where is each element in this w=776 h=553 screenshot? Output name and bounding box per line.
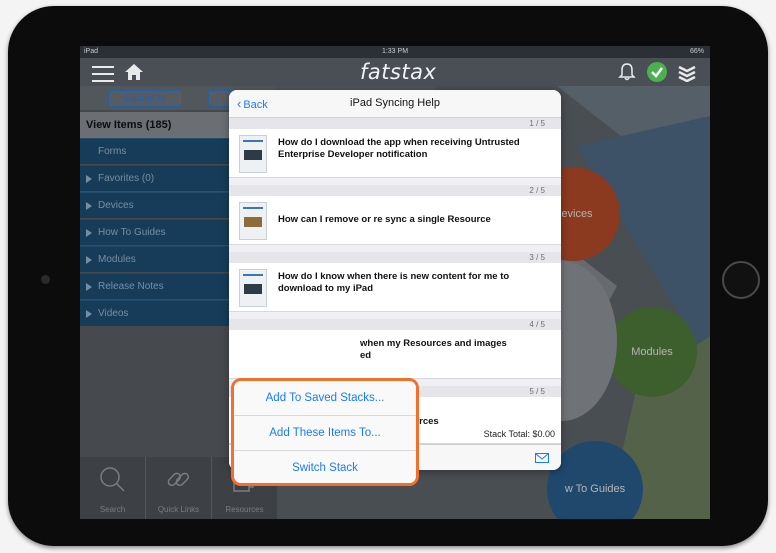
resource-thumbnail [239,135,267,173]
clock: 1:33 PM [381,48,409,55]
mail-icon[interactable] [535,453,549,463]
resource-thumbnail [239,269,267,307]
add-to-saved-stacks-button[interactable]: Add To Saved Stacks... [234,381,416,416]
list-item-title: when my Resources and images ed [360,338,507,361]
stack-actions-menu: Add To Saved Stacks... Add These Items T… [231,378,419,486]
list-item[interactable]: How do I know when there is new content … [229,263,561,312]
popover-header: ‹ Back iPad Syncing Help [229,90,561,118]
switch-stack-button[interactable]: Switch Stack [234,451,416,483]
stacks-icon[interactable] [676,62,698,82]
app-screen: iPad 1:33 PM 66% fatstax Expand All Fi [80,46,710,519]
list-item-title: How do I download the app when receiving… [278,137,520,160]
home-icon[interactable] [124,63,144,81]
stack-total: Stack Total: $0.00 [483,429,555,439]
list-item[interactable]: How can I remove or re sync a single Res… [229,196,561,245]
list-item[interactable]: when my Resources and images ed [229,330,561,379]
popover-title: iPad Syncing Help [350,97,440,109]
home-button[interactable] [722,261,760,299]
ipad-frame: iPad 1:33 PM 66% fatstax Expand All Fi [8,6,768,546]
resource-thumbnail [239,202,267,240]
add-these-items-to-button[interactable]: Add These Items To... [234,416,416,451]
battery-level: 66% [689,48,704,55]
app-logo: fatstax [360,60,437,84]
sync-check-icon[interactable] [647,62,667,82]
pager-label: 3 / 5 [229,252,561,263]
front-camera [41,275,50,284]
pager-label: 2 / 5 [229,185,561,196]
status-bar: iPad 1:33 PM 66% [80,46,710,58]
top-nav-bar: fatstax [80,58,710,86]
list-item-title: How do I know when there is new content … [278,271,510,294]
list-item[interactable]: How do I download the app when receiving… [229,129,561,178]
pager-label: 1 / 5 [229,118,561,129]
pager-label: 4 / 5 [229,319,561,330]
list-item-title: How can I remove or re sync a single Res… [278,214,491,225]
menu-icon[interactable] [92,63,114,82]
bell-icon[interactable] [618,62,636,82]
